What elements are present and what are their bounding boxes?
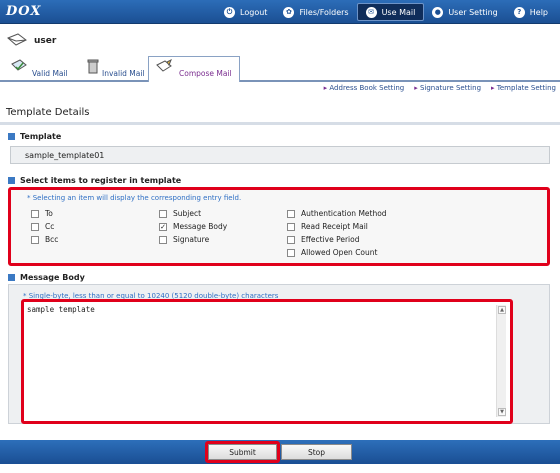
nav-user-setting[interactable]: ● User Setting [424,3,505,21]
title-divider [0,122,560,125]
message-section-label: Message Body [20,273,85,282]
valid-mail-icon [11,59,27,71]
checkbox-subject[interactable]: Subject [159,209,201,218]
nav-help[interactable]: ? Help [506,3,556,21]
nav-logout[interactable]: ⏻ Logout [216,3,275,21]
select-hint: * Selecting an item will display the cor… [27,194,242,202]
message-body-textarea[interactable] [27,305,483,417]
template-section-title: Template [8,132,61,141]
select-section-title: Select items to register in template [8,176,181,185]
top-nav: ⏻ Logout ✿ Files/Folders ✉ Use Mail ● Us… [216,3,556,21]
user-row: user [0,24,560,58]
select-section-label: Select items to register in template [20,176,182,185]
message-body-panel: * Single-byte, less than or equal to 102… [8,284,550,424]
app-logo: DOX [6,4,42,19]
checkbox-effective-period[interactable]: Effective Period [287,235,360,244]
tab-compose-mail[interactable]: Compose Mail [148,56,240,82]
nav-logout-label: Logout [240,7,268,17]
checkbox-to-box[interactable] [31,209,39,218]
trash-icon [87,59,99,74]
nav-use-mail[interactable]: ✉ Use Mail [356,3,425,21]
mail-icon: ✉ [365,6,377,18]
user-setting-icon: ● [432,6,444,18]
checkbox-bcc-label: Bcc [45,235,59,244]
compose-icon [156,59,172,72]
checkbox-cc[interactable]: Cc [31,222,54,231]
template-setting-link[interactable]: Template Setting [491,84,556,92]
checkbox-read-receipt-mail[interactable]: Read Receipt Mail [287,222,368,231]
checkbox-read-receipt-mail-box[interactable] [287,222,295,231]
template-section-label: Template [20,132,62,141]
checkbox-cc-box[interactable] [31,222,39,231]
checkbox-read-receipt-mail-label: Read Receipt Mail [301,222,368,231]
checkbox-to-label: To [45,209,53,218]
checkbox-subject-label: Subject [173,209,202,218]
message-section-title: Message Body [8,273,85,282]
checkbox-to[interactable]: To [31,209,53,218]
checkbox-authentication-method-box[interactable] [287,209,295,218]
address-book-setting-link[interactable]: Address Book Setting [324,84,404,92]
checkbox-authentication-method[interactable]: Authentication Method [287,209,387,218]
checkbox-message-body[interactable]: ✓ Message Body [159,222,227,231]
tab-valid-mail-label: Valid Mail [32,69,68,78]
logout-icon: ⏻ [224,6,236,18]
checkbox-bcc-box[interactable] [31,235,39,244]
message-body-highlight: ▲ ▼ [21,299,513,424]
checkbox-allowed-open-count[interactable]: Allowed Open Count [287,248,377,257]
top-bar: DOX ⏻ Logout ✿ Files/Folders ✉ Use Mail … [0,0,560,24]
checkbox-effective-period-label: Effective Period [301,235,360,244]
compose-envelope-icon [7,33,27,46]
checkbox-allowed-open-count-box[interactable] [287,248,295,257]
tab-invalid-mail[interactable]: Invalid Mail [78,58,146,82]
help-icon: ? [513,6,525,18]
checkbox-subject-box[interactable] [159,209,167,218]
checkbox-bcc[interactable]: Bcc [31,235,58,244]
checkbox-effective-period-box[interactable] [287,235,295,244]
select-items-box: * Selecting an item will display the cor… [8,187,550,266]
footer-bar [0,440,560,464]
checkbox-authentication-method-label: Authentication Method [301,209,387,218]
mail-tabs: Valid Mail Invalid Mail Compose Mail [0,56,560,82]
section-bullet-icon [8,274,15,281]
nav-files-label: Files/Folders [299,7,349,17]
scroll-down-icon[interactable]: ▼ [498,408,506,416]
scroll-up-icon[interactable]: ▲ [498,306,506,314]
checkbox-signature-label: Signature [173,235,210,244]
checkbox-cc-label: Cc [45,222,55,231]
signature-setting-link[interactable]: Signature Setting [414,84,481,92]
checkbox-signature[interactable]: Signature [159,235,209,244]
tab-compose-mail-label: Compose Mail [179,69,232,78]
stop-button[interactable]: Stop [281,444,352,460]
template-name-field: sample_template01 [10,146,550,164]
folders-icon: ✿ [283,6,295,18]
section-bullet-icon [8,133,15,140]
nav-files-folders[interactable]: ✿ Files/Folders [275,3,356,21]
checkbox-message-body-label: Message Body [173,222,228,231]
setting-links: Address Book Setting Signature Setting T… [324,84,556,92]
checkbox-message-body-box[interactable]: ✓ [159,222,167,231]
nav-user-setting-label: User Setting [448,7,498,17]
tab-valid-mail[interactable]: Valid Mail [4,58,74,82]
submit-button[interactable]: Submit [208,444,277,460]
message-scrollbar[interactable]: ▲ ▼ [496,305,506,417]
page-title: Template Details [6,107,90,118]
checkbox-signature-box[interactable] [159,235,167,244]
user-name: user [34,36,57,46]
checkbox-allowed-open-count-label: Allowed Open Count [301,248,378,257]
nav-help-label: Help [529,7,548,17]
section-bullet-icon [8,177,15,184]
nav-use-mail-label: Use Mail [381,7,416,17]
tab-invalid-mail-label: Invalid Mail [102,69,145,78]
